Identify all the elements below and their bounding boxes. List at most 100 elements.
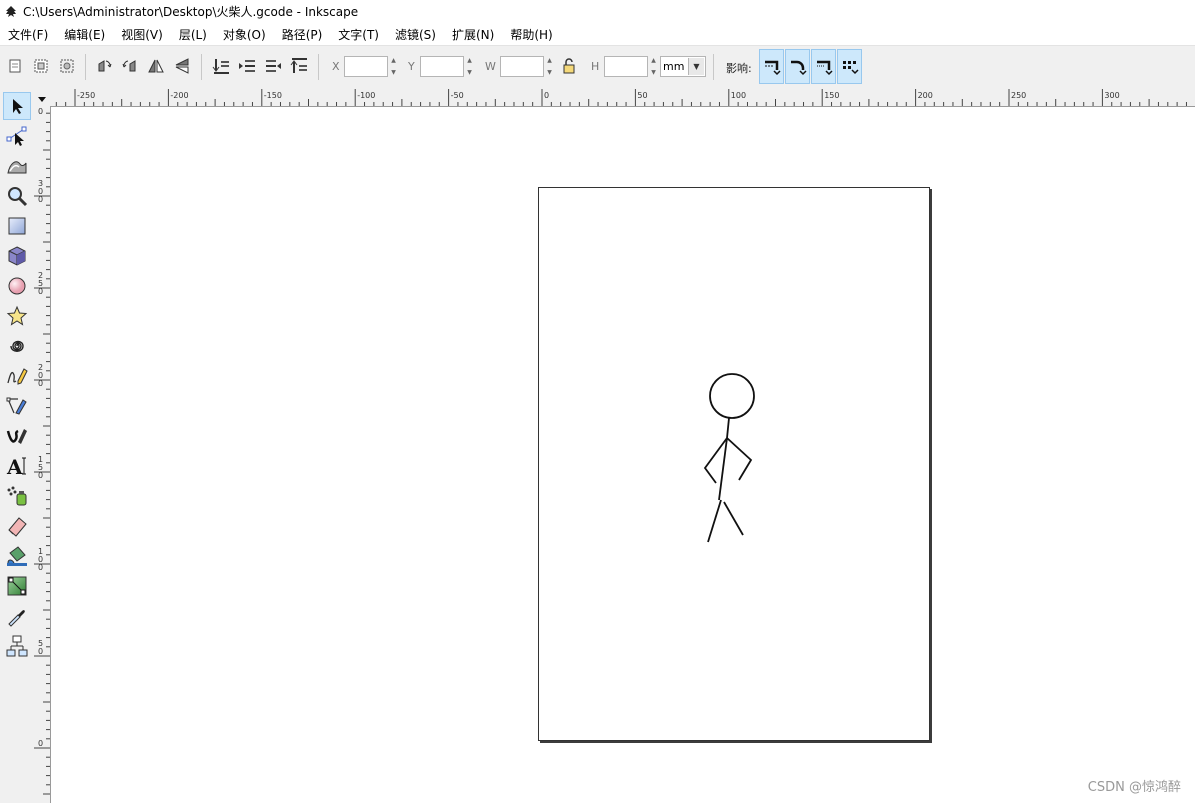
x-label: X	[332, 60, 340, 73]
menu-path[interactable]: 路径(P)	[274, 26, 331, 43]
bucket-tool[interactable]	[3, 542, 31, 570]
rotate-ccw-button[interactable]	[93, 55, 115, 77]
chevron-down-icon: ▼	[688, 58, 704, 75]
ruler-label: 200	[918, 91, 933, 100]
affect-gradients-button[interactable]	[811, 49, 836, 84]
tweak-tool[interactable]	[3, 152, 31, 180]
zoom-tool[interactable]	[3, 182, 31, 210]
stick-figure-left-leg	[707, 499, 722, 543]
canvas[interactable]: CSDN @惊鸿醉	[51, 107, 1195, 803]
lock-ratio-button[interactable]	[558, 55, 580, 77]
ruler-label: 0	[38, 563, 43, 572]
bucket-icon	[7, 546, 27, 566]
raise-to-top-icon	[290, 58, 307, 73]
menu-edit[interactable]: 编辑(E)	[56, 26, 113, 43]
flip-vertical-button[interactable]	[171, 55, 193, 77]
3dbox-tool[interactable]	[3, 242, 31, 270]
stick-figure-drawing[interactable]	[539, 188, 929, 740]
spiral-tool[interactable]	[3, 332, 31, 360]
transform-pattern-icon	[842, 60, 859, 74]
ruler-arrow-icon	[51, 121, 52, 133]
h-label: H	[591, 60, 600, 73]
flip-vertical-icon	[175, 58, 189, 74]
ruler-label: -250	[77, 91, 95, 100]
select-all-button[interactable]	[4, 55, 26, 77]
h-input[interactable]	[604, 56, 648, 77]
menu-file[interactable]: 文件(F)	[0, 26, 56, 43]
spray-icon	[7, 486, 27, 506]
raise-to-top-button[interactable]	[288, 55, 310, 77]
text-icon: A	[6, 455, 26, 477]
spray-tool[interactable]	[3, 482, 31, 510]
calligraphy-icon	[6, 429, 27, 444]
unit-select[interactable]: mm ▼	[660, 56, 706, 77]
menu-extensions[interactable]: 扩展(N)	[444, 26, 502, 43]
rect-tool[interactable]	[3, 212, 31, 240]
affect-patterns-button[interactable]	[837, 49, 862, 84]
vertical-ruler[interactable]: 0300250200150100500	[34, 106, 51, 803]
ruler-label: 100	[731, 91, 746, 100]
w-spinner[interactable]: ▲ ▼	[545, 56, 554, 77]
lower-button[interactable]	[236, 55, 258, 77]
eraser-tool[interactable]	[3, 512, 31, 540]
select-all-layers-button[interactable]	[30, 55, 52, 77]
pencil-tool[interactable]	[3, 362, 31, 390]
stick-figure-head	[709, 373, 755, 419]
flip-horizontal-button[interactable]	[145, 55, 167, 77]
unit-value: mm	[663, 60, 685, 73]
y-input[interactable]	[420, 56, 464, 77]
lower-icon	[239, 60, 255, 72]
gradient-tool[interactable]	[3, 572, 31, 600]
menu-view[interactable]: 视图(V)	[113, 26, 171, 43]
svg-text:A: A	[6, 455, 23, 477]
x-spinner[interactable]: ▲ ▼	[389, 56, 398, 77]
y-spinner[interactable]: ▲ ▼	[465, 56, 474, 77]
raise-button[interactable]	[262, 55, 284, 77]
menu-help[interactable]: 帮助(H)	[502, 26, 560, 43]
ruler-label: 0	[544, 91, 549, 100]
pen-tool[interactable]	[3, 392, 31, 420]
w-label: W	[485, 60, 496, 73]
x-input[interactable]	[344, 56, 388, 77]
zoom-icon	[8, 187, 28, 207]
ruler-label: 150	[824, 91, 839, 100]
affect-label: 影响:	[726, 62, 752, 75]
ruler-label: 300	[1104, 91, 1119, 100]
menu-filters[interactable]: 滤镜(S)	[387, 26, 444, 43]
node-tool[interactable]	[3, 122, 31, 150]
stick-figure-right-arm	[726, 437, 753, 481]
star-tool[interactable]	[3, 302, 31, 330]
toolbox: A	[0, 89, 35, 803]
scale-stroke-icon	[764, 60, 781, 75]
menu-text[interactable]: 文字(T)	[330, 26, 387, 43]
connector-tool[interactable]	[3, 632, 31, 660]
h-spinner[interactable]: ▲ ▼	[649, 56, 658, 77]
affect-stroke-width-button[interactable]	[759, 49, 784, 84]
lower-to-bottom-button[interactable]	[210, 55, 232, 77]
deselect-button[interactable]	[56, 55, 78, 77]
connector-icon	[6, 635, 28, 657]
toolbar-separator	[318, 54, 319, 80]
selector-icon	[13, 99, 23, 114]
rotate-cw-button[interactable]	[119, 55, 141, 77]
selector-tool[interactable]	[3, 92, 31, 120]
menu-layer[interactable]: 层(L)	[171, 26, 215, 43]
3dbox-icon	[8, 246, 26, 266]
deselect-icon	[60, 59, 74, 73]
calligraphy-tool[interactable]	[3, 422, 31, 450]
rect-icon	[8, 217, 26, 235]
select-all-icon	[9, 59, 21, 73]
text-tool[interactable]: A	[3, 452, 31, 480]
horizontal-ruler[interactable]: -250 -200 -150 -100 -50 0 50 100 150 200 250 300	[50, 89, 1195, 107]
ellipse-tool[interactable]	[3, 272, 31, 300]
toolbar-separator	[85, 54, 86, 80]
dropper-tool[interactable]	[3, 602, 31, 630]
ruler-label: 0	[38, 647, 43, 656]
flip-horizontal-icon	[148, 59, 164, 73]
transform-gradient-icon	[816, 60, 833, 75]
dropper-icon	[8, 610, 25, 627]
menu-object[interactable]: 对象(O)	[215, 26, 274, 43]
affect-rounded-corners-button[interactable]	[785, 49, 810, 84]
pencil-icon	[7, 368, 28, 385]
w-input[interactable]	[500, 56, 544, 77]
